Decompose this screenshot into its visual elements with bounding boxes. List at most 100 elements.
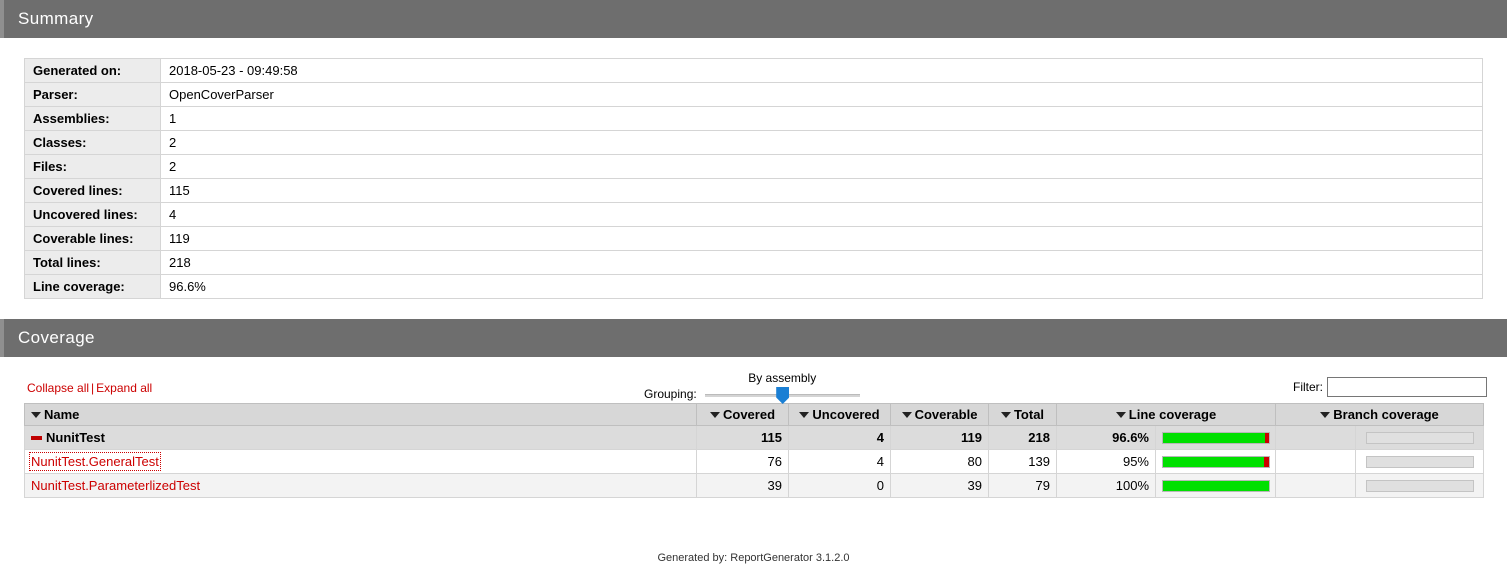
row-branch-coverage-pct [1275,449,1356,474]
summary-row-value: 2 [160,130,1483,155]
summary-row: Parser: OpenCoverParser [24,82,1483,107]
summary-row-key: Line coverage: [24,274,161,299]
summary-row: Generated on: 2018-05-23 - 09:49:58 [24,58,1483,83]
row-uncovered-cell: 4 [788,425,891,450]
row-line-coverage-pct: 100% [1056,473,1156,498]
table-row: NunitTest.ParameterlizedTest 39 0 39 79 100% [24,473,1484,498]
summary-row: Total lines: 218 [24,250,1483,275]
column-header-line-coverage[interactable]: Line coverage [1056,403,1276,426]
summary-row: Covered lines: 115 [24,178,1483,203]
row-uncovered-cell: 4 [788,449,891,474]
coverage-panel: Collapse all | Expand all Grouping: By ass… [0,357,1507,498]
row-name-cell: NunitTest.GeneralTest [24,449,697,474]
summary-row: Assemblies: 1 [24,106,1483,131]
row-name-cell: NunitTest.ParameterlizedTest [24,473,697,498]
grouping-label: Grouping: [644,387,697,401]
summary-row-key: Generated on: [24,58,161,83]
collapse-minus-icon[interactable] [31,435,42,440]
summary-row-value: 115 [160,178,1483,203]
column-header-coverable[interactable]: Coverable [890,403,989,426]
row-branch-coverage-bar [1355,425,1484,450]
coverage-bar-fill [1163,480,1269,491]
table-row: NunitTest.GeneralTest 76 4 80 139 95% [24,449,1484,474]
grouping-value-label: By assembly [748,371,817,385]
row-name-cell: NunitTest [24,425,697,450]
column-header-label: Uncovered [812,407,880,422]
summary-row: Coverable lines: 119 [24,226,1483,251]
coverage-table-body: NunitTest 115 4 119 218 96.6% NunitTest.Genera… [24,425,1484,498]
sort-caret-down-icon [31,411,41,418]
column-header-label: Line coverage [1128,407,1217,422]
row-branch-coverage-pct [1275,425,1356,450]
expand-all-link[interactable]: Expand all [96,381,152,395]
sort-caret-down-icon [901,411,912,418]
summary-row-value: 4 [160,202,1483,227]
footer: Generated by: ReportGenerator 3.1.2.0 [0,552,1507,564]
sort-caret-down-icon [709,411,720,418]
slider-handle[interactable] [776,387,790,404]
summary-row-key: Files: [24,154,161,179]
coverage-title: Coverage [18,328,95,347]
row-total-cell: 139 [988,449,1057,474]
coverage-bar-fill [1163,456,1264,467]
collapse-all-link[interactable]: Collapse all [27,381,89,395]
column-header-label: Total [1013,407,1045,422]
row-total-cell: 79 [988,473,1057,498]
coverage-toolbar: Collapse all | Expand all Grouping: By ass… [24,357,1487,404]
branch-coverage-bar [1365,431,1474,444]
branch-coverage-bar [1365,455,1474,468]
summary-row-key: Classes: [24,130,161,155]
column-header-label: Covered [722,407,776,422]
summary-section-header: Summary [0,0,1507,38]
summary-row-key: Total lines: [24,250,161,275]
coverage-section: Coverage Collapse all | Expand all Groupin… [0,319,1507,498]
branch-coverage-bar [1365,479,1474,492]
grouping-slider[interactable]: By assembly [704,371,860,407]
footer-text: Generated by: ReportGenerator 3.1.2.0 [657,552,850,564]
row-coverable-cell: 39 [890,473,989,498]
class-link[interactable]: NunitTest.ParameterlizedTest [31,478,200,493]
column-header-branch-coverage[interactable]: Branch coverage [1275,403,1484,426]
summary-row-value: 218 [160,250,1483,275]
column-header-total[interactable]: Total [988,403,1057,426]
summary-row-key: Coverable lines: [24,226,161,251]
row-branch-coverage-pct [1275,473,1356,498]
coverage-section-header: Coverage [0,319,1507,357]
summary-row-key: Uncovered lines: [24,202,161,227]
summary-table: Generated on: 2018-05-23 - 09:49:58 Parser… [24,58,1483,299]
summary-row-key: Covered lines: [24,178,161,203]
filter-input[interactable] [1327,377,1487,397]
coverage-bar-fill [1163,432,1266,443]
grouping-control: Grouping: By assembly [644,371,860,407]
row-covered-cell: 76 [696,449,789,474]
summary-row: Files: 2 [24,154,1483,179]
filter-label: Filter: [1293,380,1323,394]
row-coverable-cell: 80 [890,449,989,474]
summary-row-value: 2 [160,154,1483,179]
column-header-label: Branch coverage [1333,407,1439,422]
summary-title: Summary [18,9,94,28]
summary-table-body: Generated on: 2018-05-23 - 09:49:58 Parser… [24,58,1483,299]
column-header-name[interactable]: Name [24,403,697,426]
summary-row-value: 96.6% [160,274,1483,299]
row-line-coverage-pct: 95% [1056,449,1156,474]
coverage-table: Name Covered Uncovered Coverable Total Line c… [24,403,1484,498]
row-covered-cell: 115 [696,425,789,450]
class-link[interactable]: NunitTest.GeneralTest [29,452,161,471]
table-row: NunitTest 115 4 119 218 96.6% [24,425,1484,450]
row-line-coverage-bar [1155,449,1276,474]
coverage-bar [1162,431,1270,444]
summary-row: Line coverage: 96.6% [24,274,1483,299]
row-line-coverage-bar [1155,425,1276,450]
summary-panel: Generated on: 2018-05-23 - 09:49:58 Parser… [0,38,1507,299]
coverage-bar [1162,479,1270,492]
row-coverable-cell: 119 [890,425,989,450]
collapse-expand-links: Collapse all | Expand all [27,381,152,395]
assembly-name: NunitTest [46,430,105,445]
summary-row-key: Parser: [24,82,161,107]
row-line-coverage-bar [1155,473,1276,498]
sort-caret-down-icon [1115,411,1126,418]
row-total-cell: 218 [988,425,1057,450]
coverage-bar [1162,455,1270,468]
column-header-label: Name [44,407,80,422]
